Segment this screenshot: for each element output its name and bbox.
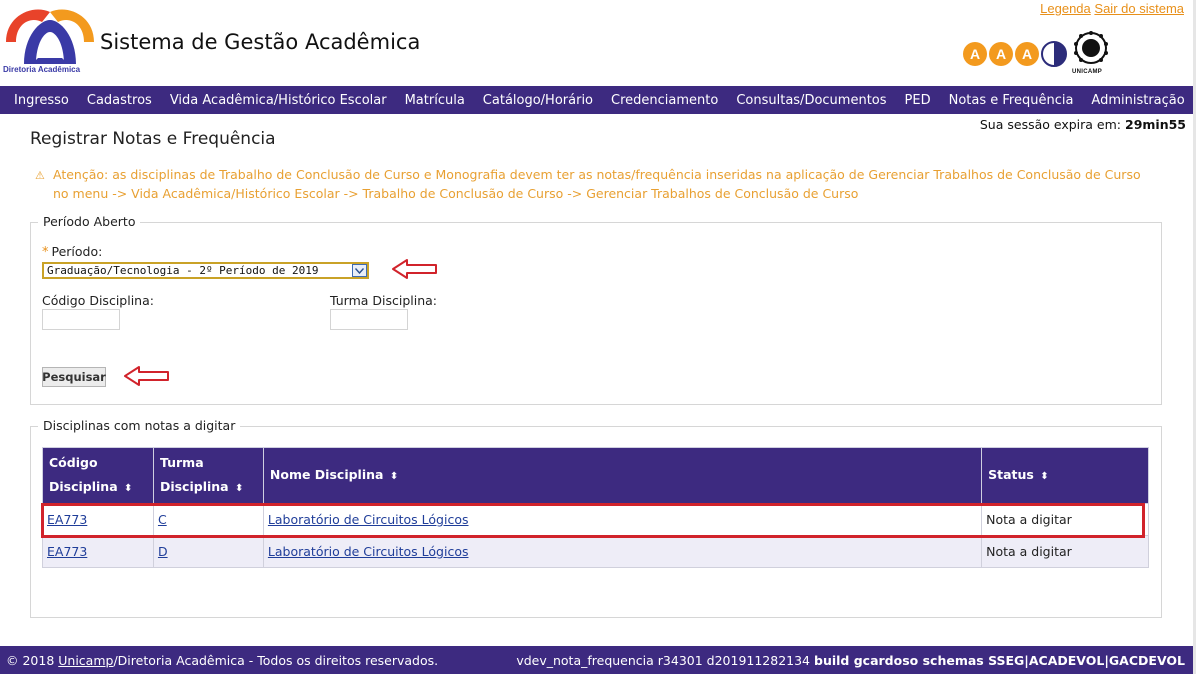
unicamp-link[interactable]: Unicamp <box>58 653 113 668</box>
warning-icon: ⚠ <box>35 169 45 182</box>
footer: © 2018 Unicamp/Diretoria Acadêmica - Tod… <box>0 646 1193 674</box>
col-header-code[interactable]: Código Disciplina ⬍ <box>42 447 154 504</box>
cell-code: EA773 <box>42 535 154 568</box>
period-label: Período: <box>51 244 103 259</box>
nav-item-consultas[interactable]: Consultas/Documentos <box>727 93 895 108</box>
nav-item-administracao[interactable]: Administração <box>1082 93 1193 108</box>
period-select-value: Graduação/Tecnologia - 2º Período de 201… <box>47 264 319 277</box>
col-header-name[interactable]: Nome Disciplina ⬍ <box>262 447 983 504</box>
app-title: Sistema de Gestão Acadêmica <box>100 30 421 54</box>
footer-build: build gcardoso schemas SSEG|ACADEVOL|GAC… <box>814 652 1185 668</box>
course-code-link[interactable]: EA773 <box>47 512 87 527</box>
accessibility-controls: A A A <box>963 41 1067 67</box>
course-name-link[interactable]: Laboratório de Circuitos Lógicos <box>268 544 469 559</box>
footer-copyright: © 2018 Unicamp/Diretoria Acadêmica - Tod… <box>6 652 439 668</box>
page-title: Registrar Notas e Frequência <box>30 129 276 149</box>
warning-line-2: no menu -> Vida Acadêmica/Histórico Esco… <box>53 186 859 201</box>
session-label: Sua sessão expira em: <box>979 117 1122 132</box>
class-link[interactable]: D <box>158 544 168 559</box>
cell-name: Laboratório de Circuitos Lógicos <box>262 535 983 568</box>
code-input[interactable] <box>42 309 120 330</box>
cell-class: C <box>152 503 264 536</box>
session-timer: Sua sessão expira em: 29min55 <box>980 117 1186 132</box>
contrast-icon[interactable] <box>1041 41 1067 67</box>
chevron-down-icon[interactable] <box>352 264 367 277</box>
nav-item-vida-academica[interactable]: Vida Acadêmica/Histórico Escolar <box>161 93 396 108</box>
cell-class: D <box>152 535 264 568</box>
sort-icon: ⬍ <box>389 470 399 482</box>
nav-item-matricula[interactable]: Matrícula <box>396 93 474 108</box>
session-time: 29min55 <box>1125 117 1186 132</box>
footer-version: vdev_nota_frequencia r34301 d20191128213… <box>516 652 1185 668</box>
nav-item-catalogo[interactable]: Catálogo/Horário <box>474 93 602 108</box>
logo-caption: Diretoria Acadêmica <box>3 65 81 74</box>
course-code-link[interactable]: EA773 <box>47 544 87 559</box>
table-row: EA773 D Laboratório de Circuitos Lógicos… <box>42 535 1149 568</box>
legend-link[interactable]: Legenda <box>1040 1 1091 16</box>
cell-status: Nota a digitar <box>981 535 1149 568</box>
col-header-class[interactable]: Turma Disciplina ⬍ <box>152 447 264 504</box>
top-links: Legenda Sair do sistema <box>1040 1 1184 16</box>
col-header-status[interactable]: Status ⬍ <box>981 447 1149 504</box>
warning-message: ⚠ Atenção: as disciplinas de Trabalho de… <box>35 165 1160 203</box>
nav-item-ped[interactable]: PED <box>896 93 940 108</box>
table-row: EA773 C Laboratório de Circuitos Lógicos… <box>42 503 1149 536</box>
main-nav: Ingresso Cadastros Vida Acadêmica/Histór… <box>0 86 1193 114</box>
filter-fieldset <box>30 222 1162 405</box>
sort-icon: ⬍ <box>234 482 244 494</box>
results-table: Código Disciplina ⬍ Turma Disciplina ⬍ Nom… <box>42 447 1149 568</box>
nav-item-credenciamento[interactable]: Credenciamento <box>602 93 727 108</box>
course-name-link[interactable]: Laboratório de Circuitos Lógicos <box>268 512 469 527</box>
results-legend: Disciplinas com notas a digitar <box>38 418 241 433</box>
search-button[interactable]: Pesquisar <box>42 367 106 387</box>
cell-name: Laboratório de Circuitos Lógicos <box>262 503 983 536</box>
warning-line-1: Atenção: as disciplinas de Trabalho de C… <box>53 167 1141 182</box>
cell-code: EA773 <box>42 503 154 536</box>
sort-icon: ⬍ <box>1040 470 1049 482</box>
sort-icon: ⬍ <box>124 482 133 494</box>
nav-item-notas-frequencia[interactable]: Notas e Frequência <box>940 93 1083 108</box>
period-select[interactable]: Graduação/Tecnologia - 2º Período de 201… <box>42 262 369 279</box>
logout-link[interactable]: Sair do sistema <box>1094 1 1184 16</box>
red-arrow-period-icon <box>392 259 437 279</box>
font-size-medium-button[interactable]: A <box>989 42 1013 66</box>
font-size-large-button[interactable]: A <box>1015 42 1039 66</box>
header: Diretoria Acadêmica Sistema de Gestão Ac… <box>0 0 1193 86</box>
table-header-row: Código Disciplina ⬍ Turma Disciplina ⬍ Nom… <box>42 447 1149 504</box>
nav-item-ingresso[interactable]: Ingresso <box>5 93 78 108</box>
filter-legend: Período Aberto <box>38 214 141 229</box>
class-input[interactable] <box>330 309 408 330</box>
class-link[interactable]: C <box>158 512 167 527</box>
unicamp-caption: UNICAMP <box>1072 69 1103 75</box>
required-mark: * <box>42 245 49 260</box>
class-label: Turma Disciplina: <box>330 293 438 308</box>
period-label-wrap: * Período: <box>42 244 102 260</box>
font-size-small-button[interactable]: A <box>963 42 987 66</box>
cell-status: Nota a digitar <box>981 503 1149 536</box>
code-label: Código Disciplina: <box>42 293 154 308</box>
red-arrow-search-icon <box>124 366 169 386</box>
nav-item-cadastros[interactable]: Cadastros <box>78 93 161 108</box>
